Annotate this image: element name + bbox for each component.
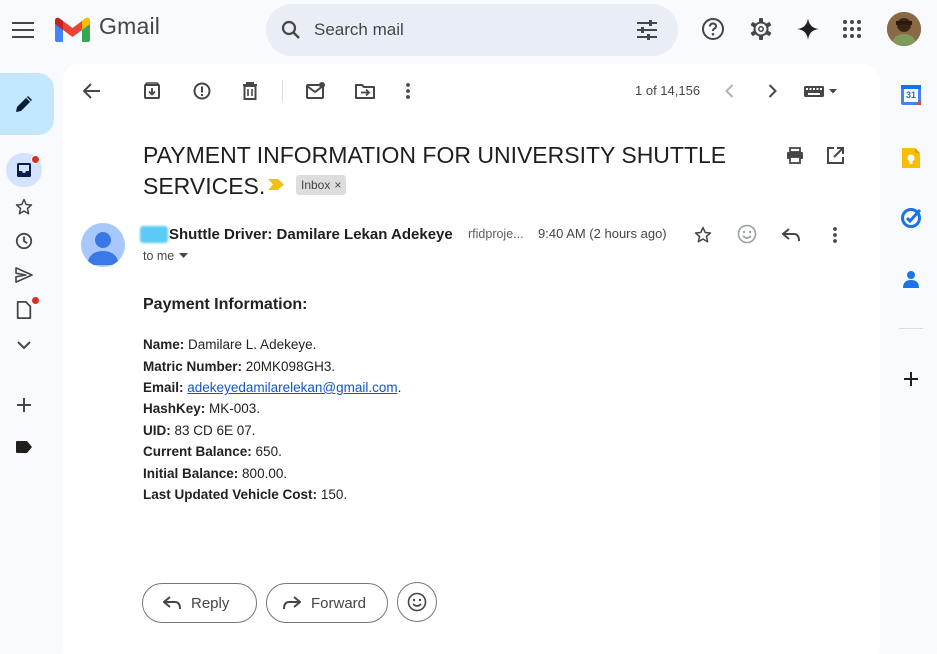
main-menu-icon[interactable]	[10, 17, 36, 43]
field-value: 150.	[320, 487, 348, 502]
mark-unread-icon[interactable]	[304, 79, 328, 103]
compose-button[interactable]	[0, 73, 54, 135]
forward-button[interactable]: Forward	[266, 583, 388, 623]
field-uid: UID: 83 CD 6E 07.	[143, 423, 256, 438]
reply-icon	[163, 596, 181, 610]
sent-icon[interactable]	[12, 264, 36, 286]
delete-trash-icon[interactable]	[238, 79, 262, 103]
older-chevron-right-icon[interactable]	[761, 80, 783, 102]
create-label-plus-icon[interactable]	[12, 394, 36, 416]
field-label: Email:	[143, 380, 184, 395]
field-label: Initial Balance:	[143, 466, 239, 481]
report-spam-icon[interactable]	[190, 79, 214, 103]
recipient-text: to me	[143, 249, 175, 263]
message-counter: 1 of 14,156	[635, 83, 701, 98]
reply-label: Reply	[191, 594, 230, 612]
calendar-day: 31	[906, 90, 917, 100]
gemini-sparkle-icon[interactable]	[795, 16, 821, 42]
pencil-icon	[12, 92, 36, 116]
emoji-reaction-button[interactable]	[397, 582, 437, 622]
side-panel-divider	[899, 328, 923, 329]
field-hashkey: HashKey: MK-003.	[143, 401, 260, 416]
field-label: Current Balance:	[143, 444, 252, 459]
help-icon[interactable]	[700, 16, 726, 42]
field-value: 800.00.	[242, 466, 288, 481]
recipient-dropdown-icon[interactable]	[179, 253, 189, 259]
drafts-badge	[31, 296, 40, 305]
back-arrow-icon[interactable]	[80, 79, 104, 103]
get-addons-plus-icon[interactable]	[899, 367, 923, 391]
field-name: Name: Damilare L. Adekeye.	[143, 337, 316, 352]
email-body-heading: Payment Information:	[143, 296, 308, 313]
redacted-text-blur	[140, 226, 168, 243]
field-matric-number: Matric Number: 20MK098GH3.	[143, 359, 335, 374]
forward-icon	[283, 596, 301, 610]
open-in-new-window-icon[interactable]	[823, 143, 847, 167]
settings-gear-icon[interactable]	[748, 16, 774, 42]
search-input[interactable]: Search mail	[314, 20, 404, 40]
inbox-unread-badge	[31, 155, 40, 164]
search-bar[interactable]: Search mail	[266, 4, 678, 56]
field-vehicle-cost: Last Updated Vehicle Cost: 150.	[143, 487, 347, 502]
snoozed-clock-icon[interactable]	[12, 230, 36, 252]
field-value: 20MK098GH3.	[245, 359, 336, 374]
remove-label-icon[interactable]: ×	[334, 178, 341, 192]
star-icon[interactable]	[692, 224, 714, 246]
starred-icon[interactable]	[12, 196, 36, 218]
field-label: HashKey:	[143, 401, 206, 416]
app-name[interactable]: Gmail	[99, 13, 160, 40]
newer-chevron-left-icon[interactable]	[718, 80, 740, 102]
toolbar-divider	[282, 80, 283, 102]
tasks-app-icon[interactable]	[900, 206, 922, 228]
contacts-app-icon[interactable]	[901, 268, 921, 290]
apps-grid-icon[interactable]	[840, 17, 864, 41]
field-value: MK-003.	[209, 401, 261, 416]
importance-marker-icon[interactable]	[268, 179, 286, 191]
field-suffix: .	[397, 380, 402, 395]
field-label: Last Updated Vehicle Cost:	[143, 487, 318, 502]
field-current-balance: Current Balance: 650.	[143, 444, 282, 459]
field-label: UID:	[143, 423, 171, 438]
email-link[interactable]: adekeyedamilarelekan@gmail.com	[187, 380, 397, 395]
archive-icon[interactable]	[140, 79, 164, 103]
inbox-label-text: Inbox	[301, 178, 331, 192]
more-vert-icon[interactable]	[396, 79, 420, 103]
emoji-smile-icon	[407, 592, 427, 612]
message-more-vert-icon[interactable]	[823, 223, 847, 247]
field-label: Matric Number:	[143, 359, 243, 374]
inbox-label-chip[interactable]: Inbox ×	[296, 175, 347, 195]
field-email: Email: adekeyedamilarelekan@gmail.com.	[143, 380, 401, 395]
calendar-app-icon[interactable]: 31	[900, 84, 922, 106]
recipient-details[interactable]: to me	[143, 249, 189, 263]
move-to-folder-icon[interactable]	[353, 79, 377, 103]
label-tag-icon[interactable]	[12, 436, 36, 458]
keep-app-icon[interactable]	[901, 147, 921, 169]
forward-label: Forward	[311, 594, 367, 612]
sender-name[interactable]: Shuttle Driver: Damilare Lekan Adekeye	[169, 226, 453, 243]
add-reaction-emoji-icon[interactable]	[735, 222, 759, 246]
account-avatar[interactable]	[887, 12, 921, 46]
search-icon[interactable]	[278, 17, 304, 43]
reply-button[interactable]: Reply	[142, 583, 257, 623]
field-value: 83 CD 6E 07.	[174, 423, 256, 438]
search-options-icon[interactable]	[634, 17, 660, 43]
sender-avatar[interactable]	[81, 223, 125, 267]
more-chevron-down-icon[interactable]	[12, 334, 36, 356]
sender-email: rfidproje...	[468, 227, 524, 241]
print-icon[interactable]	[783, 143, 807, 167]
email-timestamp: 9:40 AM (2 hours ago)	[538, 226, 667, 241]
field-value: 650.	[255, 444, 282, 459]
input-tools-keyboard-icon[interactable]	[800, 80, 842, 102]
email-subject: PAYMENT INFORMATION FOR UNIVERSITY SHUTT…	[143, 142, 727, 199]
field-value: Damilare L. Adekeye.	[188, 337, 317, 352]
inbox-icon	[15, 161, 33, 179]
field-initial-balance: Initial Balance: 800.00.	[143, 466, 287, 481]
reply-arrow-icon[interactable]	[779, 223, 803, 247]
gmail-logo-icon[interactable]	[55, 17, 90, 42]
field-label: Name:	[143, 337, 185, 352]
